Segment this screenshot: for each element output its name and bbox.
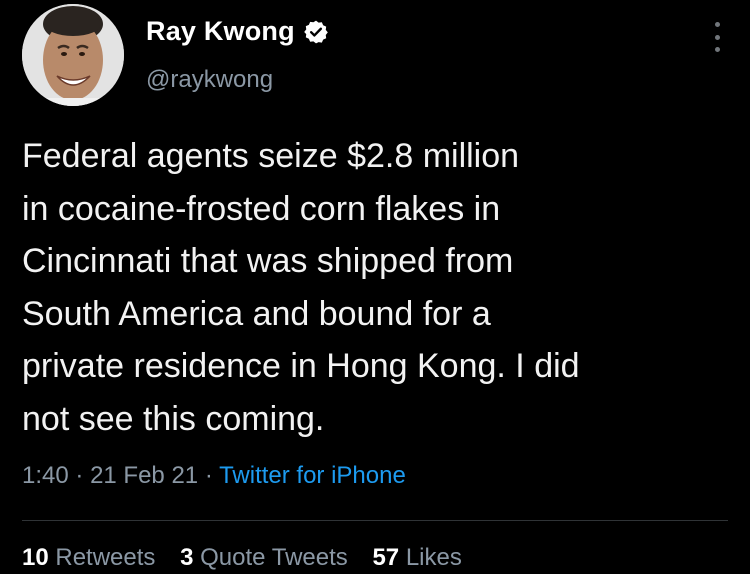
user-name-row[interactable]: Ray Kwong	[146, 16, 329, 47]
quote-tweets-count: 3	[180, 544, 194, 571]
tweet-source-link[interactable]: Twitter for iPhone	[219, 462, 406, 489]
tweet-stats: 10 Retweets 3 Quote Tweets 57 Likes	[22, 544, 480, 572]
profile-photo-icon	[22, 4, 124, 106]
retweets-stat[interactable]: 10 Retweets	[22, 544, 162, 571]
quote-tweets-label: Quote Tweets	[200, 544, 348, 571]
display-name[interactable]: Ray Kwong	[146, 16, 295, 47]
avatar[interactable]	[22, 4, 124, 106]
tweet-time[interactable]: 1:40	[22, 462, 69, 489]
likes-count: 57	[372, 544, 400, 571]
verified-badge-icon	[303, 19, 329, 45]
tweet-date[interactable]: 21 Feb 21	[90, 462, 198, 489]
likes-label: Likes	[405, 544, 462, 571]
divider	[22, 520, 728, 521]
retweets-label: Retweets	[55, 544, 156, 571]
tweet-text: Federal agents seize $2.8 million in coc…	[22, 137, 580, 438]
retweets-count: 10	[22, 544, 49, 571]
likes-stat[interactable]: 57 Likes	[372, 544, 461, 571]
quote-tweets-stat[interactable]: 3 Quote Tweets	[180, 544, 354, 571]
more-options-icon[interactable]	[712, 22, 722, 52]
meta-separator: ·	[204, 462, 213, 489]
tweet-meta: 1:40 · 21 Feb 21 · Twitter for iPhone	[22, 462, 406, 490]
user-handle[interactable]: @raykwong	[146, 66, 273, 94]
meta-separator: ·	[75, 462, 84, 489]
